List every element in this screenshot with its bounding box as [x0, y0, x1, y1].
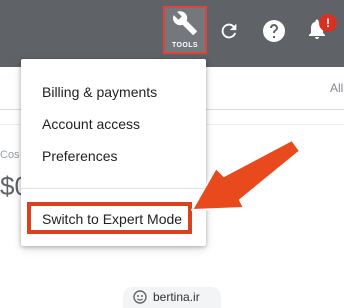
menu-divider [21, 188, 206, 189]
refresh-icon[interactable] [218, 20, 240, 42]
switch-to-expert-mode-button[interactable]: Switch to Expert Mode [42, 211, 182, 227]
wrench-icon [173, 11, 197, 35]
menu-item-preferences[interactable]: Preferences [42, 148, 117, 164]
watermark: bertina.ir [123, 287, 221, 308]
card-label-partial: Cos [0, 149, 20, 161]
menu-item-account-access[interactable]: Account access [42, 116, 140, 132]
bertina-logo-icon [133, 290, 147, 304]
tools-label: TOOLS [172, 42, 198, 49]
menu-item-billing[interactable]: Billing & payments [42, 84, 157, 100]
top-toolbar: TOOLS ! [0, 0, 344, 67]
watermark-text: bertina.ir [153, 290, 200, 304]
help-icon[interactable] [262, 19, 286, 43]
notification-badge[interactable]: ! [319, 14, 337, 32]
tab-all-partial[interactable]: All [330, 81, 343, 95]
tools-button[interactable]: TOOLS [163, 6, 207, 54]
